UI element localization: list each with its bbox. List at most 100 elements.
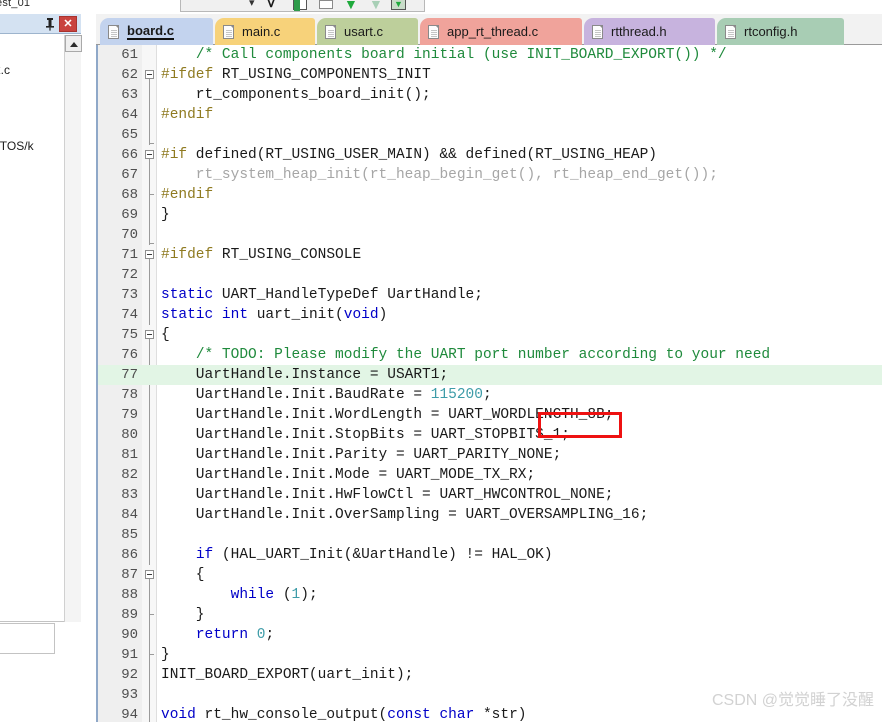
editor-tab-app_rt_thread-c[interactable]: app_rt_thread.c <box>420 18 582 45</box>
code-line[interactable]: 81 UartHandle.Init.Parity = UART_PARITY_… <box>98 445 882 465</box>
code-line[interactable]: 63 rt_components_board_init(); <box>98 85 882 105</box>
code-line[interactable]: 88 while (1); <box>98 585 882 605</box>
editor-tab-label: app_rt_thread.c <box>447 24 539 39</box>
code-line[interactable]: 76 /* TODO: Please modify the UART port … <box>98 345 882 365</box>
scroll-up-arrow-icon[interactable] <box>65 35 82 52</box>
code-line[interactable]: 74 static int uart_init(void) <box>98 305 882 325</box>
code-text: static UART_HandleTypeDef UartHandle; <box>161 287 483 303</box>
code-line[interactable]: 72 <box>98 265 882 285</box>
code-line[interactable]: 71 #ifdef RT_USING_CONSOLE <box>98 245 882 265</box>
editor-tab-label: rtconfig.h <box>744 24 798 39</box>
code-line[interactable]: 91} <box>98 645 882 665</box>
code-text: if (HAL_UART_Init(&UartHandle) != HAL_OK… <box>195 547 553 563</box>
code-line[interactable]: 64 #endif <box>98 105 882 125</box>
code-line[interactable]: 67 rt_system_heap_init(rt_heap_begin_get… <box>98 165 882 185</box>
code-lines[interactable]: 61 /* Call components board initial (use… <box>98 45 882 722</box>
file-document-icon <box>592 24 603 39</box>
code-line[interactable]: 86 if (HAL_UART_Init(&UartHandle) != HAL… <box>98 545 882 565</box>
dropdown-arrow-icon[interactable]: ▾ <box>249 0 265 12</box>
code-text: void rt_hw_console_output(const char *st… <box>161 707 527 722</box>
line-number: 81 <box>121 447 138 463</box>
code-line[interactable]: 79 UartHandle.Init.WordLength = UART_WOR… <box>98 405 882 425</box>
code-line[interactable]: 66 #if defined(RT_USING_USER_MAIN) && def… <box>98 145 882 165</box>
code-line[interactable]: 61 /* Call components board initial (use… <box>98 45 882 65</box>
line-number: 90 <box>121 627 138 643</box>
code-line[interactable]: 89 } <box>98 605 882 625</box>
editor-tab-rtconfig-h[interactable]: rtconfig.h <box>717 18 844 45</box>
code-line[interactable]: 69} <box>98 205 882 225</box>
code-line[interactable]: 73 static UART_HandleTypeDef UartHandle; <box>98 285 882 305</box>
ide-window: est_01 ▾ Ⅴ ▼ ▼ ▼ <box>0 0 882 722</box>
bookmark-all-icon[interactable]: ▼ <box>391 0 407 12</box>
close-icon[interactable]: ✕ <box>59 16 77 32</box>
find-toolbar[interactable]: ▾ Ⅴ ▼ ▼ ▼ <box>180 0 425 12</box>
line-number: 89 <box>121 607 138 623</box>
code-line[interactable]: 75 { <box>98 325 882 345</box>
line-number: 64 <box>121 107 138 123</box>
code-line[interactable]: 80 UartHandle.Init.StopBits = UART_STOPB… <box>98 425 882 445</box>
code-line[interactable]: 87 { <box>98 565 882 585</box>
line-number: 84 <box>121 507 138 523</box>
code-line[interactable]: 77 UartHandle.Instance = USART1; <box>98 365 882 385</box>
line-number: 67 <box>121 167 138 183</box>
code-text: return 0; <box>195 627 275 643</box>
line-number: 61 <box>121 47 138 63</box>
code-line[interactable]: 84 UartHandle.Init.OverSampling = UART_O… <box>98 505 882 525</box>
bookmark-insert-icon[interactable] <box>293 0 309 12</box>
code-line[interactable]: 62 #ifdef RT_USING_COMPONENTS_INIT <box>98 65 882 85</box>
code-text: #endif <box>161 107 214 123</box>
code-text: UartHandle.Instance = USART1; <box>161 367 449 383</box>
pin-icon[interactable] <box>43 17 57 31</box>
code-line[interactable]: 70 <box>98 225 882 245</box>
line-number: 70 <box>121 227 138 243</box>
bookmark-next-icon[interactable]: ▼ <box>344 0 360 13</box>
line-number: 83 <box>121 487 138 503</box>
window-top-strip: est_01 ▾ Ⅴ ▼ ▼ ▼ <box>0 0 882 14</box>
code-line[interactable]: 68 #endif <box>98 185 882 205</box>
line-number: 74 <box>121 307 138 323</box>
line-number: 73 <box>121 287 138 303</box>
editor-tabbar[interactable]: board.c main.c usart.c app_rt_thread.c rtthr… <box>96 14 882 45</box>
code-text: #endif <box>161 187 214 203</box>
code-area[interactable]: 61 /* Call components board initial (use… <box>96 45 882 722</box>
code-line[interactable]: 65 <box>98 125 882 145</box>
code-text: while (1); <box>230 587 318 603</box>
editor-pane: board.c main.c usart.c app_rt_thread.c rtthr… <box>96 14 882 722</box>
editor-tab-board-c[interactable]: board.c <box>100 18 213 45</box>
code-line[interactable]: 78 UartHandle.Init.BaudRate = 115200; <box>98 385 882 405</box>
line-number: 68 <box>121 187 138 203</box>
line-number: 85 <box>121 527 138 543</box>
code-text: UartHandle.Init.BaudRate = 115200; <box>161 387 492 403</box>
code-text: { <box>161 327 170 343</box>
bookmark-remove-icon[interactable] <box>319 0 335 14</box>
editor-tab-usart-c[interactable]: usart.c <box>317 18 418 45</box>
code-text: UartHandle.Init.StopBits = UART_STOPBITS… <box>161 427 570 443</box>
code-text: #if defined(RT_USING_USER_MAIN) && defin… <box>161 147 657 163</box>
bookmark-prev-icon[interactable]: ▼ <box>369 0 385 13</box>
binoculars-icon[interactable]: Ⅴ <box>267 0 283 12</box>
code-text: UartHandle.Init.Mode = UART_MODE_TX_RX; <box>161 467 536 483</box>
left-dock-scrollbar[interactable] <box>64 35 82 622</box>
line-number: 65 <box>121 127 138 143</box>
code-line[interactable]: 90 return 0; <box>98 625 882 645</box>
code-line[interactable]: 83 UartHandle.Init.HwFlowCtl = UART_HWCO… <box>98 485 882 505</box>
code-line[interactable]: 85 <box>98 525 882 545</box>
left-dock-header: ✕ <box>0 14 81 34</box>
line-number: 79 <box>121 407 138 423</box>
code-text: INIT_BOARD_EXPORT(uart_init); <box>161 667 414 683</box>
code-line[interactable]: 92 INIT_BOARD_EXPORT(uart_init); <box>98 665 882 685</box>
line-number: 87 <box>121 567 138 583</box>
tree-item-3[interactable]: /RTOS/k <box>0 139 34 153</box>
editor-tab-label: board.c <box>127 23 174 40</box>
line-number: 88 <box>121 587 138 603</box>
code-text: UartHandle.Init.WordLength = UART_WORDLE… <box>161 407 614 423</box>
line-number: 92 <box>121 667 138 683</box>
editor-tab-rtthread-h[interactable]: rtthread.h <box>584 18 715 45</box>
code-text: UartHandle.Init.OverSampling = UART_OVER… <box>161 507 649 523</box>
line-number: 63 <box>121 87 138 103</box>
code-line[interactable]: 82 UartHandle.Init.Mode = UART_MODE_TX_R… <box>98 465 882 485</box>
tree-item-1[interactable]: ex.c <box>0 63 10 77</box>
csdn-watermark: CSDN @觉觉睡了没醒 <box>711 692 874 709</box>
code-text: } <box>161 207 170 223</box>
editor-tab-main-c[interactable]: main.c <box>215 18 315 45</box>
